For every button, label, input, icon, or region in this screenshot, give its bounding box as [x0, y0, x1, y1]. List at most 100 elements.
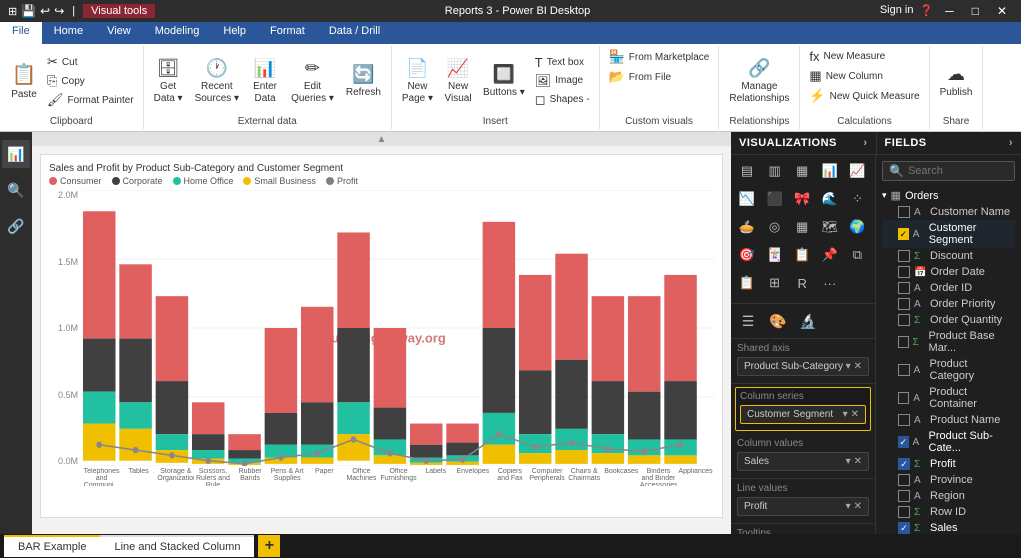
tab-help[interactable]: Help [211, 22, 258, 44]
text-box-button[interactable]: T Text box [532, 54, 593, 71]
tab-line-stacked-column[interactable]: Line and Stacked Column [100, 535, 254, 557]
close-btn[interactable]: ✕ [991, 4, 1013, 18]
model-view-btn[interactable]: 🔗 [2, 212, 30, 240]
tab-home[interactable]: Home [42, 22, 95, 44]
field-product-container[interactable]: A Product Container [882, 384, 1015, 412]
chart-container[interactable]: Sales and Profit by Product Sub-Category… [40, 154, 723, 518]
shapes-button[interactable]: ◻ Shapes - [532, 91, 593, 109]
field-customer-segment[interactable]: ✓ A Customer Segment [882, 220, 1015, 248]
new-measure-button[interactable]: fx New Measure [806, 48, 888, 65]
field-product-base-mar-checkbox[interactable] [898, 336, 909, 348]
viz-scatter[interactable]: ⁘ [845, 187, 869, 211]
recent-sources-button[interactable]: 🕐 RecentSources ▾ [191, 56, 243, 107]
viz-ribbon[interactable]: 🎀 [790, 187, 814, 211]
field-product-sub-cate[interactable]: ✓ A Product Sub-Cate... [882, 428, 1015, 456]
redo-icon[interactable]: ↪ [54, 4, 64, 18]
viz-r-script[interactable]: R [790, 271, 814, 295]
search-box[interactable]: 🔍 [882, 161, 1015, 181]
new-quick-measure-button[interactable]: ⚡ New Quick Measure [806, 87, 922, 105]
data-view-btn[interactable]: 🔍 [2, 176, 30, 204]
viz-kpi[interactable]: 📌 [818, 243, 842, 267]
tab-modeling[interactable]: Modeling [143, 22, 212, 44]
field-product-sub-cate-checkbox[interactable]: ✓ [898, 436, 909, 448]
field-product-container-checkbox[interactable] [898, 392, 909, 404]
column-values-field[interactable]: Sales ▾ ✕ [737, 452, 869, 471]
line-values-chevron[interactable]: ▾ [846, 501, 851, 512]
from-marketplace-button[interactable]: 🏪 From Marketplace [606, 48, 713, 66]
help-icon[interactable]: ❓ [919, 4, 933, 18]
field-order-id[interactable]: A Order ID [882, 280, 1015, 296]
column-series-chevron[interactable]: ▾ [843, 409, 848, 420]
image-button[interactable]: 🖼 Image [532, 72, 593, 90]
new-visual-button[interactable]: 📈 NewVisual [440, 56, 476, 107]
fields-panel-arrow[interactable]: › [1009, 137, 1013, 149]
field-sales[interactable]: ✓ Σ Sales [882, 520, 1015, 534]
field-row-id[interactable]: Σ Row ID [882, 504, 1015, 520]
field-province[interactable]: A Province [882, 472, 1015, 488]
field-region[interactable]: A Region [882, 488, 1015, 504]
line-values-remove[interactable]: ✕ [854, 501, 862, 512]
format-painter-button[interactable]: 🖌 Format Painter [44, 91, 137, 109]
viz-matrix[interactable]: ⊞ [763, 271, 787, 295]
viz-stacked-bar[interactable]: ▤ [735, 159, 759, 183]
cut-button[interactable]: ✂ Cut [44, 53, 137, 71]
field-order-priority-checkbox[interactable] [898, 298, 910, 310]
from-file-button[interactable]: 📂 From File [606, 68, 674, 86]
publish-button[interactable]: ☁ Publish [936, 62, 977, 101]
field-order-id-checkbox[interactable] [898, 282, 910, 294]
field-profit[interactable]: ✓ Σ Profit [882, 456, 1015, 472]
viz-map[interactable]: 🗺 [818, 215, 842, 239]
new-page-button[interactable]: 📄 NewPage ▾ [398, 56, 437, 107]
enter-data-button[interactable]: 📊 EnterData [247, 56, 283, 107]
field-row-id-checkbox[interactable] [898, 506, 910, 518]
field-profit-checkbox[interactable]: ✓ [898, 458, 910, 470]
column-values-remove[interactable]: ✕ [854, 456, 862, 467]
tab-data-drill[interactable]: Data / Drill [317, 22, 392, 44]
field-order-quantity[interactable]: Σ Order Quantity [882, 312, 1015, 328]
maximize-btn[interactable]: □ [966, 4, 985, 18]
viz-panel-arrow[interactable]: › [863, 137, 867, 149]
column-series-remove[interactable]: ✕ [851, 409, 859, 420]
get-data-button[interactable]: 🗄 GetData ▾ [150, 56, 187, 107]
viz-clustered-bar[interactable]: ▥ [763, 159, 787, 183]
field-product-name[interactable]: A Product Name [882, 412, 1015, 428]
viz-waterfall[interactable]: 🌊 [818, 187, 842, 211]
viz-area[interactable]: ⬛ [763, 187, 787, 211]
field-product-category-checkbox[interactable] [898, 364, 910, 376]
viz-card[interactable]: 🃏 [763, 243, 787, 267]
viz-line[interactable]: 📉 [735, 187, 759, 211]
field-province-checkbox[interactable] [898, 474, 910, 486]
field-order-priority[interactable]: A Order Priority [882, 296, 1015, 312]
viz-stacked-col[interactable]: ▦ [790, 159, 814, 183]
search-input[interactable] [908, 165, 1021, 177]
line-values-field[interactable]: Profit ▾ ✕ [737, 497, 869, 516]
viz-treemap[interactable]: ▦ [790, 215, 814, 239]
undo-icon[interactable]: ↩ [40, 4, 50, 18]
field-customer-name-checkbox[interactable] [898, 206, 910, 218]
paste-button[interactable]: 📋 Paste [6, 60, 42, 103]
field-discount[interactable]: Σ Discount [882, 248, 1015, 264]
buttons-button[interactable]: 🔲 Buttons ▾ [479, 62, 529, 101]
orders-table[interactable]: ▾ ▦ Orders [882, 187, 1015, 204]
field-order-date-checkbox[interactable] [898, 266, 910, 278]
copy-button[interactable]: ⎘ Copy [44, 72, 137, 90]
viz-filled-map[interactable]: 🌍 [845, 215, 869, 239]
tab-view[interactable]: View [95, 22, 143, 44]
field-order-quantity-checkbox[interactable] [898, 314, 910, 326]
field-customer-name[interactable]: A Customer Name [882, 204, 1015, 220]
minimize-btn[interactable]: ─ [939, 4, 960, 18]
sign-in-label[interactable]: Sign in [880, 4, 914, 18]
viz-clustered-col[interactable]: 📊 [818, 159, 842, 183]
save-icon[interactable]: 💾 [21, 4, 36, 18]
report-view-btn[interactable]: 📊 [2, 140, 30, 168]
edit-queries-button[interactable]: ✏ EditQueries ▾ [287, 56, 338, 107]
fields-icon[interactable]: ☰ [735, 308, 761, 334]
shared-axis-chevron[interactable]: ▾ [846, 361, 851, 372]
analytics-icon[interactable]: 🔬 [795, 308, 821, 334]
tab-file[interactable]: File [0, 22, 42, 44]
viz-gauge[interactable]: 🎯 [735, 243, 759, 267]
viz-donut[interactable]: ◎ [763, 215, 787, 239]
refresh-button[interactable]: 🔄 Refresh [342, 62, 385, 101]
add-tab-button[interactable]: + [258, 535, 280, 557]
shared-axis-remove[interactable]: ✕ [854, 361, 862, 372]
